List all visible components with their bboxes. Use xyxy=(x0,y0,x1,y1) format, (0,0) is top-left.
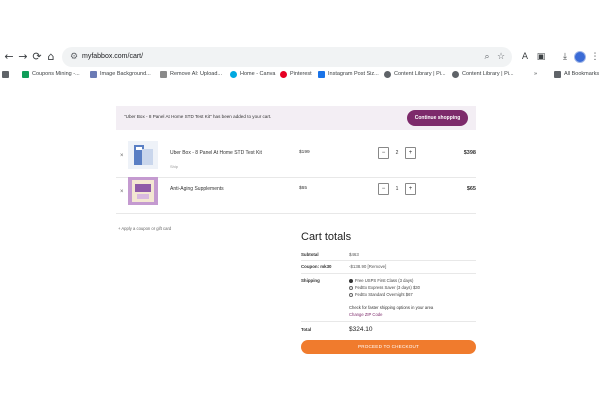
reload-icon[interactable]: ⟳ xyxy=(30,50,44,64)
decrease-quantity-button[interactable]: − xyxy=(378,147,389,159)
shipping-label: Shipping xyxy=(301,278,320,283)
product-image[interactable] xyxy=(128,177,158,205)
shipping-note: Check for faster shipping options in you… xyxy=(349,305,434,310)
radio-icon[interactable] xyxy=(349,292,353,297)
bookmark-item[interactable]: Remove AI: Upload... xyxy=(160,68,222,80)
profile-icon[interactable] xyxy=(574,51,586,63)
cart-totals: Cart totals Subtotal $463 Coupon: mk30 -… xyxy=(301,231,476,356)
product-name[interactable]: Uber Box - 8 Panel At Home STD Test Kit xyxy=(170,150,262,156)
cart-item: × Anti-Aging Supplements $65 − 1 + $65 xyxy=(116,176,476,214)
change-zip-link[interactable]: Change ZIP Code xyxy=(349,312,382,317)
radio-icon[interactable] xyxy=(349,285,353,290)
bookmark-favicon-icon xyxy=(230,70,237,78)
increase-quantity-button[interactable]: + xyxy=(405,147,416,159)
pinterest-icon xyxy=(280,70,287,78)
divider xyxy=(301,321,476,322)
line-total: $398 xyxy=(463,150,476,156)
zoom-icon[interactable]: ⌕ xyxy=(480,50,494,64)
subtotal-value: $463 xyxy=(349,252,359,257)
cart-totals-title: Cart totals xyxy=(301,231,352,243)
subtotal-label: Subtotal xyxy=(301,252,319,257)
quantity-input[interactable]: 2 xyxy=(389,147,405,159)
product-meta: Ship xyxy=(170,164,179,169)
apps-icon[interactable] xyxy=(2,68,9,80)
star-icon[interactable]: ☆ xyxy=(494,50,508,64)
continue-shopping-button[interactable]: Continue shopping xyxy=(407,110,468,126)
decrease-quantity-button[interactable]: − xyxy=(378,183,389,195)
coupon-value[interactable]: -$138.90 [Remove] xyxy=(349,264,386,269)
cart-item: × Uber Box - 8 Panel At Home STD Test Ki… xyxy=(116,140,476,178)
downloads-icon[interactable]: ⤓ xyxy=(558,50,572,64)
site-settings-icon[interactable]: ⚙ xyxy=(67,50,81,64)
folder-icon xyxy=(554,70,561,78)
total-value: $324.10 xyxy=(349,326,373,333)
bookmark-item[interactable]: Pinterest xyxy=(280,68,312,80)
proceed-to-checkout-button[interactable]: PROCEED TO CHECKOUT xyxy=(301,340,476,354)
read-aloud-icon[interactable]: A xyxy=(518,50,532,64)
bookmark-item[interactable]: Home - Canva xyxy=(230,68,275,80)
divider xyxy=(301,273,476,274)
back-icon[interactable]: ← xyxy=(2,50,16,64)
apply-coupon-link[interactable]: + Apply a coupon or gift card xyxy=(118,226,171,231)
menu-icon[interactable]: ⋮ xyxy=(588,50,600,64)
total-label: Total xyxy=(301,327,312,332)
remove-item-icon[interactable]: × xyxy=(120,189,124,195)
bookmarks-bar: Coupons Mining -... Image Background... … xyxy=(0,66,600,82)
bookmark-item[interactable]: Content Library | Pi... xyxy=(384,68,446,80)
bookmark-favicon-icon xyxy=(384,70,391,78)
shipping-option[interactable]: FedEx Standard Overnight $67 xyxy=(349,292,413,297)
bookmark-favicon-icon xyxy=(160,70,167,78)
shipping-option[interactable]: FedEx Express Saver (3 days) $30 xyxy=(349,285,420,290)
quantity-input[interactable]: 1 xyxy=(389,183,405,195)
cart-notice: "Uber Box - 8 Panel At Home STD Test Kit… xyxy=(116,106,476,130)
url-text: myfabbox.com/cart/ xyxy=(82,53,144,60)
divider xyxy=(301,260,476,261)
bookmark-item[interactable]: Coupons Mining -... xyxy=(22,68,80,80)
url-input[interactable]: ⚙ myfabbox.com/cart/ ⌕ ☆ xyxy=(62,47,512,67)
bookmark-item[interactable]: Image Background... xyxy=(90,68,151,80)
home-icon[interactable]: ⌂ xyxy=(44,50,58,64)
product-image[interactable] xyxy=(128,141,158,169)
product-name[interactable]: Anti-Aging Supplements xyxy=(170,186,224,192)
notice-message: "Uber Box - 8 Panel At Home STD Test Kit… xyxy=(124,114,272,119)
line-total: $65 xyxy=(466,186,476,192)
bookmark-favicon-icon xyxy=(90,70,97,78)
bookmark-favicon-icon xyxy=(452,70,459,78)
all-bookmarks[interactable]: All Bookmarks xyxy=(554,68,599,80)
remove-item-icon[interactable]: × xyxy=(120,153,124,159)
product-price: $199 xyxy=(299,150,310,155)
forward-icon[interactable]: → xyxy=(16,50,30,64)
bookmark-item[interactable]: Content Library | Pi... xyxy=(452,68,514,80)
extensions-icon[interactable]: ▣ xyxy=(534,50,548,64)
increase-quantity-button[interactable]: + xyxy=(405,183,416,195)
shipping-option[interactable]: Free USPS First Class (3 days) xyxy=(349,278,413,283)
quantity-stepper: − 1 + xyxy=(378,183,416,195)
bookmark-favicon-icon xyxy=(318,70,325,78)
radio-selected-icon[interactable] xyxy=(349,278,353,283)
bookmark-item[interactable]: Instagram Post Siz... xyxy=(318,68,379,80)
product-price: $65 xyxy=(299,186,308,191)
quantity-stepper: − 2 + xyxy=(378,147,416,159)
bookmark-favicon-icon xyxy=(22,70,29,78)
more-bookmarks-icon[interactable]: » xyxy=(534,68,537,80)
coupon-label: Coupon: mk30 xyxy=(301,264,332,269)
